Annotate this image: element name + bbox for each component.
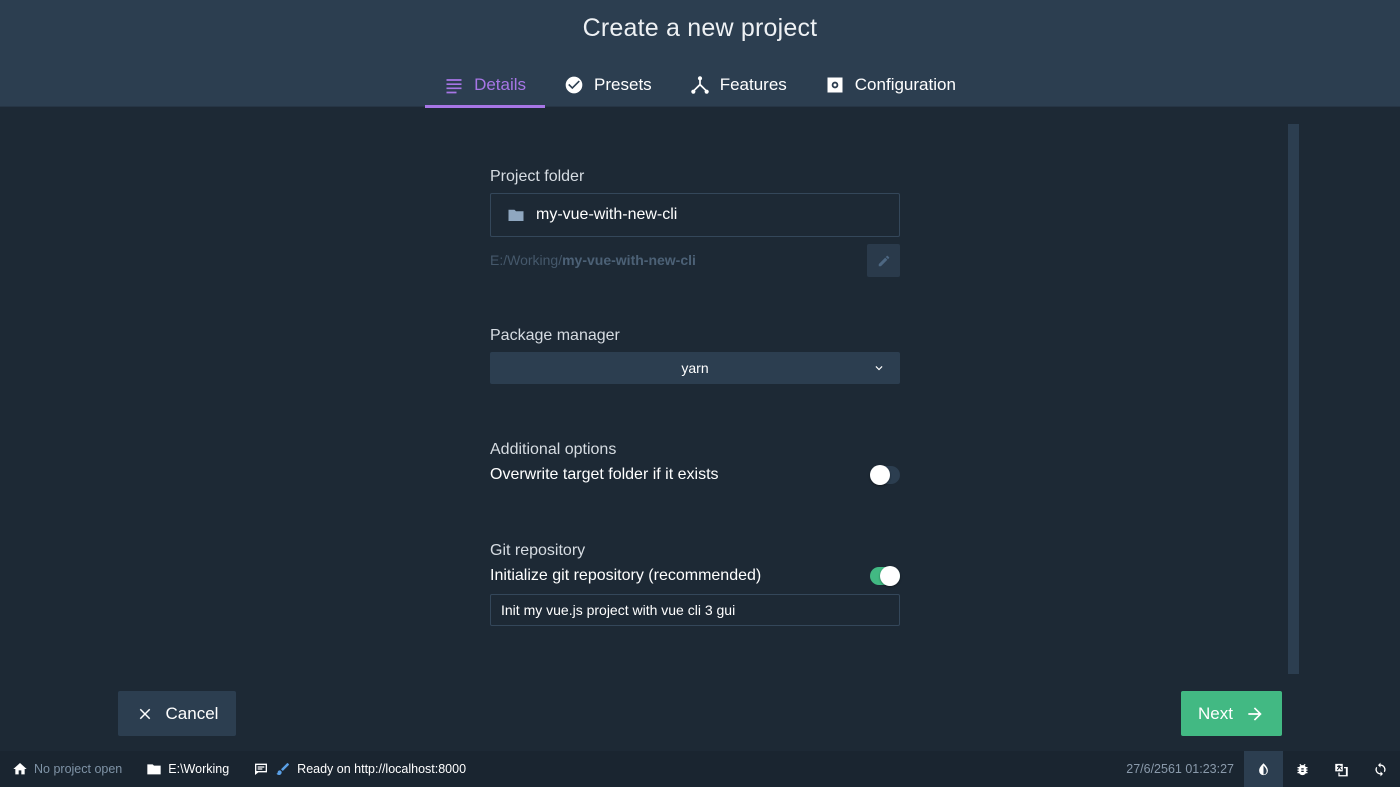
folder-status[interactable]: E:\Working bbox=[134, 751, 241, 787]
tab-configuration-label: Configuration bbox=[854, 74, 956, 94]
project-path-name: my-vue-with-new-cli bbox=[562, 252, 696, 268]
home-icon bbox=[13, 763, 27, 775]
git-repository-label: Git repository bbox=[490, 542, 586, 559]
refresh-icon bbox=[1375, 762, 1386, 776]
dark-mode-button[interactable] bbox=[1244, 751, 1283, 787]
package-manager-value: yarn bbox=[681, 360, 709, 376]
git-init-toggle[interactable] bbox=[870, 566, 900, 586]
chevron-down-icon bbox=[872, 361, 886, 375]
edit-path-button[interactable] bbox=[867, 244, 900, 277]
header: Create a new project Details Presets Fea… bbox=[0, 0, 1400, 108]
translate-icon bbox=[1335, 763, 1348, 776]
fork-icon bbox=[690, 75, 709, 94]
tab-presets-label: Presets bbox=[594, 74, 652, 94]
project-folder-field[interactable] bbox=[490, 193, 900, 237]
folder-icon bbox=[147, 764, 161, 775]
console-status-label: Ready on http://localhost:8000 bbox=[297, 762, 467, 776]
package-manager-select[interactable]: yarn bbox=[490, 352, 900, 384]
pencil-icon bbox=[878, 255, 889, 266]
project-status[interactable]: No project open bbox=[0, 751, 134, 787]
scrollbar[interactable] bbox=[1288, 124, 1299, 674]
next-label: Next bbox=[1198, 703, 1233, 723]
console-status[interactable]: Ready on http://localhost:8000 bbox=[241, 751, 478, 787]
package-manager-label: Package manager bbox=[490, 327, 620, 344]
folder-status-label: E:\Working bbox=[168, 762, 230, 776]
project-path-prefix: E:/Working/ bbox=[490, 252, 563, 268]
translate-button[interactable] bbox=[1322, 751, 1361, 787]
project-status-label: No project open bbox=[34, 762, 123, 776]
cancel-label: Cancel bbox=[165, 703, 219, 723]
page-title: Create a new project bbox=[582, 14, 818, 42]
check-circle-icon bbox=[565, 76, 583, 93]
bug-icon bbox=[1297, 763, 1308, 775]
toggle-knob bbox=[880, 566, 900, 586]
brush-icon bbox=[276, 763, 290, 775]
overwrite-toggle[interactable] bbox=[870, 465, 900, 485]
tab-features-label: Features bbox=[719, 74, 787, 94]
console-icon bbox=[255, 763, 268, 775]
toggle-knob bbox=[870, 465, 890, 485]
git-init-option-row: Initialize git repository (recommended) bbox=[490, 564, 900, 588]
commit-message-field[interactable] bbox=[490, 594, 900, 626]
commit-message-input[interactable] bbox=[501, 602, 881, 618]
overwrite-option-row: Overwrite target folder if it exists bbox=[490, 463, 900, 487]
tab-bar: Details Presets Features Configuration bbox=[0, 62, 1400, 108]
refresh-button[interactable] bbox=[1361, 751, 1400, 787]
tab-configuration[interactable]: Configuration bbox=[806, 62, 975, 107]
close-icon bbox=[139, 708, 150, 719]
status-datetime: 27/6/2561 01:23:27 bbox=[1126, 762, 1234, 776]
folder-icon bbox=[508, 209, 524, 221]
tab-presets[interactable]: Presets bbox=[545, 62, 671, 107]
additional-options-label: Additional options bbox=[490, 441, 617, 458]
tab-details-label: Details bbox=[474, 74, 527, 94]
project-folder-input[interactable] bbox=[536, 206, 856, 224]
project-folder-label: Project folder bbox=[490, 168, 585, 185]
cancel-button[interactable]: Cancel bbox=[118, 691, 236, 736]
report-bug-button[interactable] bbox=[1283, 751, 1322, 787]
tab-details[interactable]: Details bbox=[425, 62, 546, 108]
overwrite-label: Overwrite target folder if it exists bbox=[490, 466, 719, 483]
arrow-right-icon bbox=[1248, 706, 1262, 721]
list-icon bbox=[446, 78, 462, 93]
status-bar: No project open E:\Working Ready on http… bbox=[0, 751, 1400, 787]
contrast-icon bbox=[1259, 762, 1268, 775]
tab-features[interactable]: Features bbox=[671, 62, 806, 107]
next-button[interactable]: Next bbox=[1181, 691, 1282, 736]
git-init-label: Initialize git repository (recommended) bbox=[490, 567, 762, 584]
gear-icon bbox=[827, 77, 843, 92]
project-path: E:/Working/my-vue-with-new-cli bbox=[490, 252, 696, 268]
